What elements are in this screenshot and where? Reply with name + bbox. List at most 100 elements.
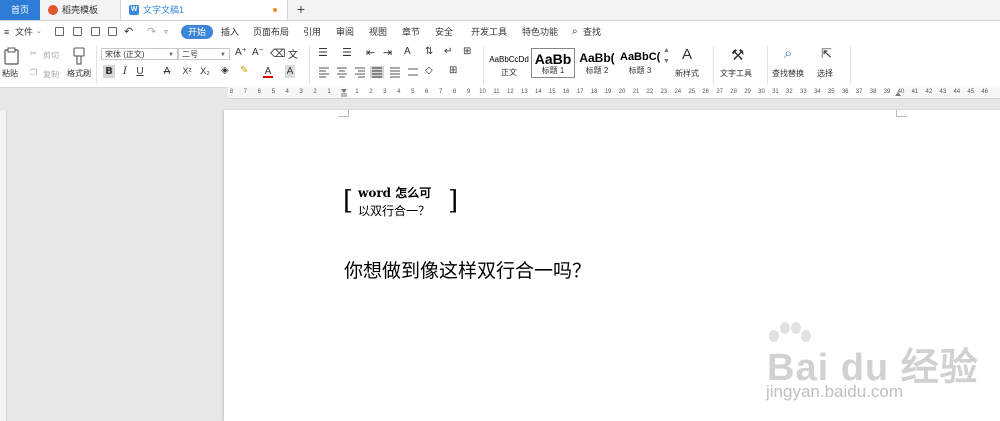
horizontal-ruler[interactable]: 8 7 6 5 4 3 2 1 1 2 3 4 5 6 7 8 9 10 11 12 13 14 15 16 17 18 19 20 2… — [228, 87, 1000, 99]
menu-search[interactable]: 查找 — [583, 21, 601, 43]
menu-bar: ≡ 文件 ⌄ ↶ ↷ ▿ 开始 插入 页面布局 引用 审阅 视图 章节 安全 开… — [0, 21, 1000, 43]
find-replace-button[interactable]: 查找替换 — [772, 68, 804, 79]
two-line-text-1: word 怎么可 — [358, 186, 432, 200]
sort-icon[interactable]: ⇅ — [425, 46, 433, 57]
menu-review[interactable]: 审阅 — [336, 21, 354, 43]
format-painter-icon[interactable] — [72, 47, 86, 65]
search-icon[interactable]: ⌕ — [572, 21, 578, 43]
select-button[interactable]: 选择 — [817, 68, 833, 79]
ruler-number: 19 — [604, 89, 612, 95]
shading-icon[interactable]: ◇ — [425, 65, 433, 76]
ruler-number: 15 — [548, 89, 556, 95]
style-heading-1[interactable]: AaBb 标题 1 — [531, 48, 575, 78]
style-normal-preview: AaBbCcDd — [489, 55, 529, 64]
style-heading-3[interactable]: AaBbC( 标题 3 — [619, 48, 661, 78]
menu-page-layout[interactable]: 页面布局 — [253, 21, 289, 43]
chevron-down-icon: ▼ — [168, 52, 174, 58]
new-style-button[interactable]: 新样式 — [675, 68, 699, 79]
left-indent-marker[interactable] — [341, 93, 347, 97]
chevron-down-icon[interactable]: ⌄ — [36, 21, 42, 43]
menu-features[interactable]: 特色功能 — [522, 21, 558, 43]
save-icon[interactable] — [73, 27, 82, 36]
border-icon[interactable]: ⊞ — [449, 65, 457, 76]
menu-view[interactable]: 视图 — [369, 21, 387, 43]
hamburger-icon[interactable]: ≡ — [4, 21, 9, 43]
print-preview-icon[interactable] — [108, 27, 117, 36]
phonetic-guide-icon[interactable]: 文 — [288, 46, 298, 61]
copy-button[interactable]: 复制 — [43, 69, 59, 80]
italic-button[interactable]: I — [120, 65, 130, 78]
style-normal[interactable]: AaBbCcDd 正文 — [487, 50, 531, 80]
bullet-list-icon[interactable]: ☰ — [318, 46, 328, 59]
char-shading-button[interactable]: A — [285, 65, 295, 78]
highlight-icon[interactable]: ✎ — [240, 65, 248, 76]
tab-document[interactable]: W 文字文稿1 — [121, 0, 288, 20]
subscript-button[interactable]: X₂ — [198, 65, 212, 78]
copy-icon[interactable]: ❐ — [30, 68, 37, 77]
print-icon[interactable] — [91, 27, 100, 36]
clear-format-icon[interactable]: ⌫ — [270, 47, 286, 60]
ruler-number: 4 — [397, 89, 401, 95]
ruler-number: 32 — [786, 89, 793, 95]
text-effect-icon[interactable]: ◈ — [221, 65, 229, 76]
two-line-text-2: 以双行合一？ — [358, 204, 431, 218]
chinese-layout-icon[interactable]: A — [404, 46, 411, 57]
tab-template[interactable]: 稻壳模板 — [40, 0, 121, 20]
gallery-scroll-up-icon[interactable]: ▲ — [663, 47, 670, 54]
redo-icon[interactable]: ↷ — [147, 21, 156, 43]
customize-icon[interactable]: ▿ — [164, 21, 168, 43]
table-icon[interactable]: ⊞ — [463, 46, 471, 57]
new-tab-button[interactable]: + — [294, 0, 308, 20]
undo-icon[interactable]: ↶ — [124, 21, 133, 43]
cut-button[interactable]: 剪切 — [43, 50, 59, 61]
menu-start[interactable]: 开始 — [181, 25, 214, 39]
underline-button[interactable]: U — [135, 65, 145, 78]
paste-icon[interactable] — [4, 47, 20, 65]
gallery-scroll-down-icon[interactable]: ▼ — [663, 58, 670, 65]
ruler-number: 13 — [521, 89, 528, 95]
body-paragraph[interactable]: 你想做到像这样双行合一吗？ — [344, 259, 591, 283]
find-icon[interactable]: ⌕ — [784, 45, 792, 62]
menu-insert[interactable]: 插入 — [221, 21, 239, 43]
menu-chapter[interactable]: 章节 — [402, 21, 420, 43]
font-color-button[interactable]: A — [263, 65, 273, 78]
separator — [850, 46, 851, 84]
chevron-down-icon: ▼ — [220, 52, 226, 58]
vertical-ruler[interactable] — [0, 110, 7, 421]
separator — [767, 46, 768, 84]
style-heading-2[interactable]: AaBb( 标题 2 — [575, 48, 619, 78]
ruler-number: 4 — [285, 89, 289, 95]
paste-button[interactable]: 粘贴 — [2, 68, 18, 79]
grow-font-button[interactable]: A⁺ — [235, 47, 247, 58]
numbered-list-icon[interactable]: ☰ — [342, 46, 352, 59]
tab-home[interactable]: 首页 — [0, 0, 40, 20]
menu-developer[interactable]: 开发工具 — [471, 21, 507, 43]
font-size-select[interactable]: 二号 ▼ — [178, 48, 230, 60]
watermark-url: jingyan.baidu.com — [766, 382, 904, 401]
text-tools-button[interactable]: 文字工具 — [720, 68, 752, 79]
open-icon[interactable] — [55, 27, 64, 36]
menu-file[interactable]: 文件 — [15, 21, 33, 43]
style-heading-1-label: 标题 1 — [541, 66, 565, 75]
wrench-icon[interactable]: ⚒ — [731, 46, 744, 64]
ruler-number: 22 — [646, 89, 654, 95]
font-name-value: 宋体 (正文) — [105, 50, 145, 59]
combined-two-lines[interactable]: [ word 怎么可 以双行合一？ ] — [343, 183, 458, 223]
decrease-indent-icon[interactable]: ⇤ — [366, 46, 375, 59]
shrink-font-button[interactable]: A⁻ — [252, 47, 264, 58]
margin-corner-mark — [338, 110, 349, 117]
ruler-number: 46 — [981, 89, 989, 95]
format-painter-button[interactable]: 格式刷 — [67, 68, 91, 79]
menu-references[interactable]: 引用 — [303, 21, 321, 43]
show-marks-icon[interactable]: ↵ — [444, 46, 452, 57]
font-name-select[interactable]: 宋体 (正文) ▼ — [101, 48, 178, 60]
increase-indent-icon[interactable]: ⇥ — [383, 46, 392, 59]
menu-security[interactable]: 安全 — [435, 21, 453, 43]
cut-icon[interactable]: ✂ — [30, 49, 37, 58]
strikethrough-button[interactable]: A — [162, 65, 172, 78]
bold-button[interactable]: B — [103, 65, 115, 78]
ruler-number: 43 — [939, 89, 947, 95]
cursor-icon[interactable]: ⇱ — [821, 46, 832, 62]
new-style-icon[interactable]: A — [682, 46, 692, 63]
superscript-button[interactable]: X² — [180, 65, 194, 78]
